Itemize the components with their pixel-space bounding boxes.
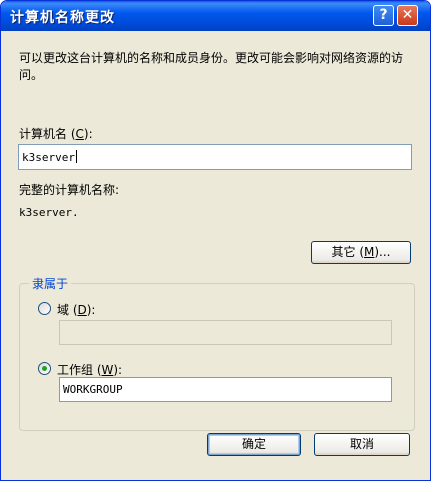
workgroup-label[interactable]: 工作组 (W): xyxy=(57,361,122,378)
domain-hotkey: D xyxy=(77,303,87,317)
more-button-prefix: 其它 ( xyxy=(331,245,365,259)
domain-input[interactable] xyxy=(59,320,392,345)
workgroup-input[interactable]: WORKGROUP xyxy=(59,377,392,402)
computer-name-changes-dialog: 计算机名称更改 ? ✕ 可以更改这台计算机的名称和成员身份。更改可能会影响对网络… xyxy=(0,0,431,481)
close-button[interactable]: ✕ xyxy=(397,5,418,26)
description-text: 可以更改这台计算机的名称和成员身份。更改可能会影响对网络资源的访问。 xyxy=(19,51,404,82)
title-bar[interactable]: 计算机名称更改 ? ✕ xyxy=(1,1,430,31)
computer-name-label: 计算机名 (C): xyxy=(19,125,93,142)
domain-label-suffix: ): xyxy=(86,303,96,317)
computer-name-hotkey: C xyxy=(75,127,84,141)
cancel-button[interactable]: 取消 xyxy=(314,433,410,456)
more-button-hotkey: M xyxy=(364,245,375,259)
domain-radio[interactable] xyxy=(38,302,51,315)
window-title: 计算机名称更改 xyxy=(10,10,115,26)
ok-button[interactable]: 确定 xyxy=(207,433,301,456)
workgroup-label-prefix: 工作组 ( xyxy=(57,363,102,377)
workgroup-hotkey: W xyxy=(101,363,114,377)
computer-name-input[interactable]: k3server xyxy=(18,144,412,170)
help-button[interactable]: ? xyxy=(373,5,394,26)
computer-name-label-prefix: 计算机名 ( xyxy=(19,127,76,141)
full-computer-name-value: k3server. xyxy=(19,206,79,219)
more-button-suffix: )... xyxy=(374,245,391,259)
more-button[interactable]: 其它 (M)... xyxy=(311,241,411,264)
full-computer-name-label: 完整的计算机名称: xyxy=(19,183,120,197)
workgroup-radio[interactable] xyxy=(38,362,51,375)
text-caret xyxy=(75,150,77,163)
member-of-legend: 隶属于 xyxy=(29,275,72,292)
computer-name-label-suffix: ): xyxy=(83,127,93,141)
workgroup-label-suffix: ): xyxy=(113,363,123,377)
workgroup-radio-dot xyxy=(42,366,47,371)
workgroup-value: WORKGROUP xyxy=(63,383,123,396)
domain-label[interactable]: 域 (D): xyxy=(57,301,95,318)
computer-name-value: k3server xyxy=(22,151,75,164)
domain-label-prefix: 域 ( xyxy=(57,303,78,317)
